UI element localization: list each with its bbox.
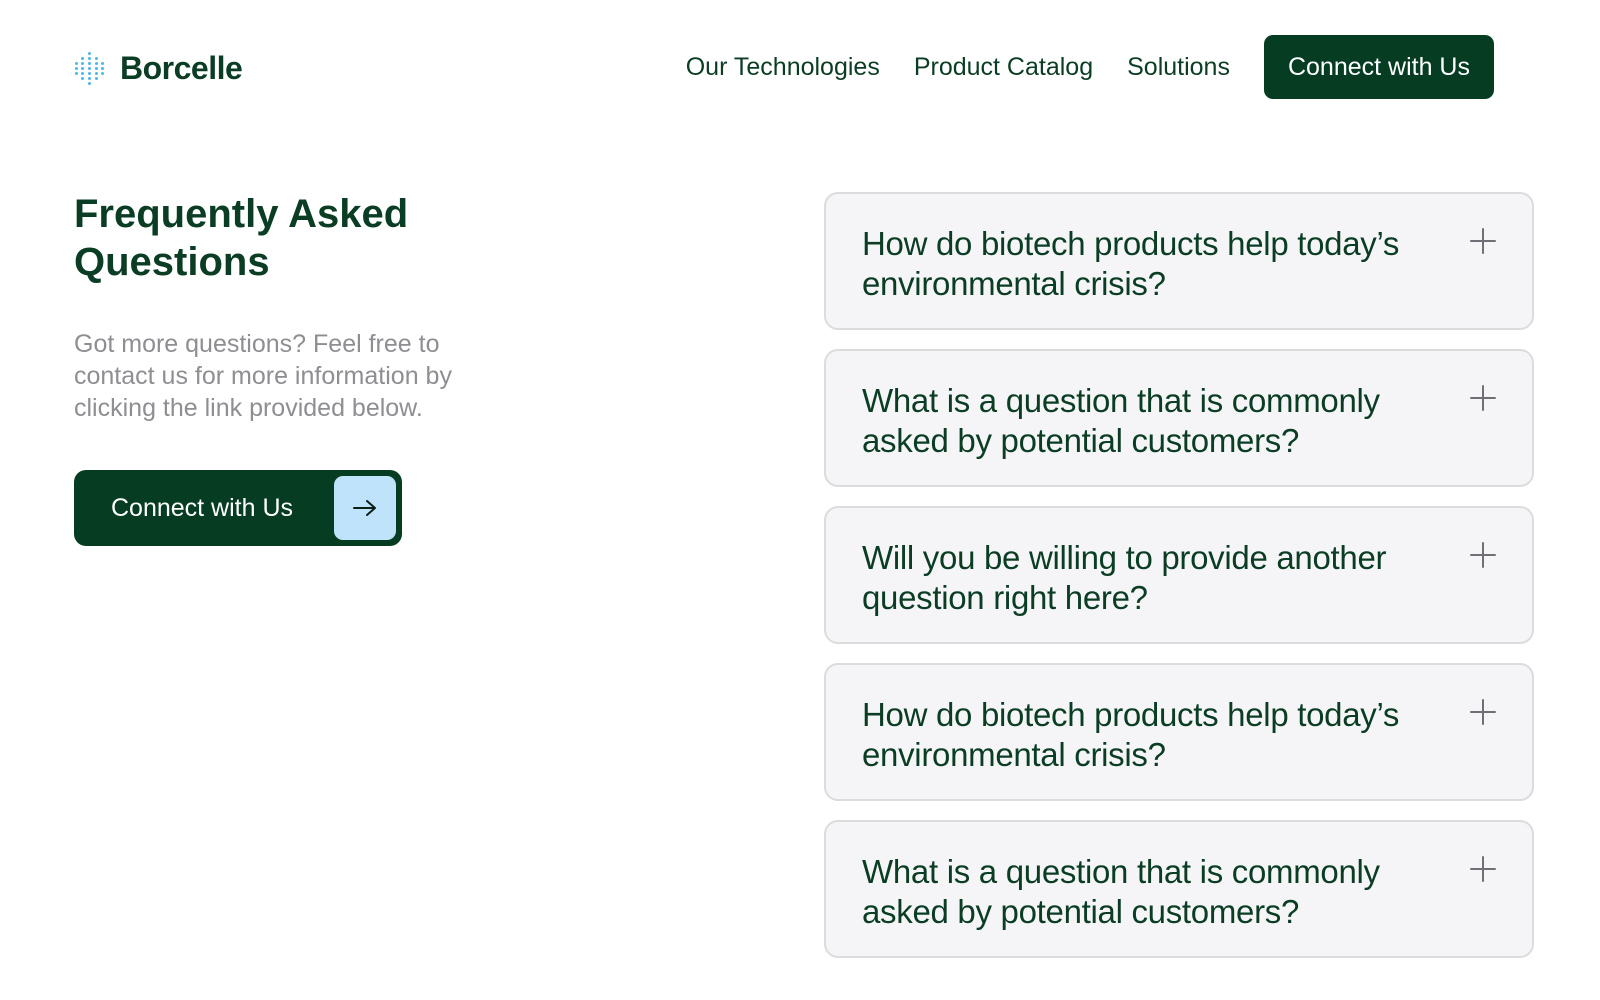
dotted-bars-logo-icon <box>75 52 104 85</box>
brand-name: Borcelle <box>120 49 243 86</box>
nav-link-solutions[interactable]: Solutions <box>1127 53 1230 82</box>
arrow-right-icon <box>334 476 396 540</box>
faq-question: What is a question that is commonly aske… <box>862 382 1380 459</box>
nav-link-our-technologies[interactable]: Our Technologies <box>686 53 880 82</box>
plus-icon[interactable] <box>1468 226 1498 256</box>
intro-description: Got more questions? Feel free to contact… <box>74 330 452 422</box>
faq-item[interactable]: What is a question that is commonly aske… <box>824 820 1534 958</box>
plus-icon[interactable] <box>1468 383 1498 413</box>
faq-item[interactable]: Will you be willing to provide another q… <box>824 506 1534 644</box>
faq-intro: Frequently Asked Questions Got more ques… <box>74 190 514 424</box>
plus-icon[interactable] <box>1468 697 1498 727</box>
page-title: Frequently Asked Questions <box>74 192 409 284</box>
faq-page: Borcelle Our Technologies Product Catalo… <box>0 0 1600 1000</box>
nav-connect-button[interactable]: Connect with Us <box>1263 35 1494 99</box>
cta-label: Connect with Us <box>111 493 294 522</box>
nav-link-product-catalog[interactable]: Product Catalog <box>914 53 1093 82</box>
faq-question: What is a question that is commonly aske… <box>862 853 1380 930</box>
faq-question: How do biotech products help today’s env… <box>862 225 1400 302</box>
site-header: Borcelle Our Technologies Product Catalo… <box>0 0 1600 140</box>
faq-item[interactable]: How do biotech products help today’s env… <box>824 663 1534 801</box>
connect-cta-button[interactable]: Connect with Us <box>74 470 402 546</box>
faq-item[interactable]: What is a question that is commonly aske… <box>824 349 1534 487</box>
brand-logo[interactable]: Borcelle <box>74 48 243 88</box>
faq-list: How do biotech products help today’s env… <box>824 192 1534 977</box>
plus-icon[interactable] <box>1468 540 1498 570</box>
plus-icon[interactable] <box>1468 854 1498 884</box>
faq-question: How do biotech products help today’s env… <box>862 696 1400 773</box>
main-nav: Our Technologies Product Catalog Solutio… <box>686 35 1494 99</box>
faq-question: Will you be willing to provide another q… <box>862 539 1387 616</box>
faq-item[interactable]: How do biotech products help today’s env… <box>824 192 1534 330</box>
